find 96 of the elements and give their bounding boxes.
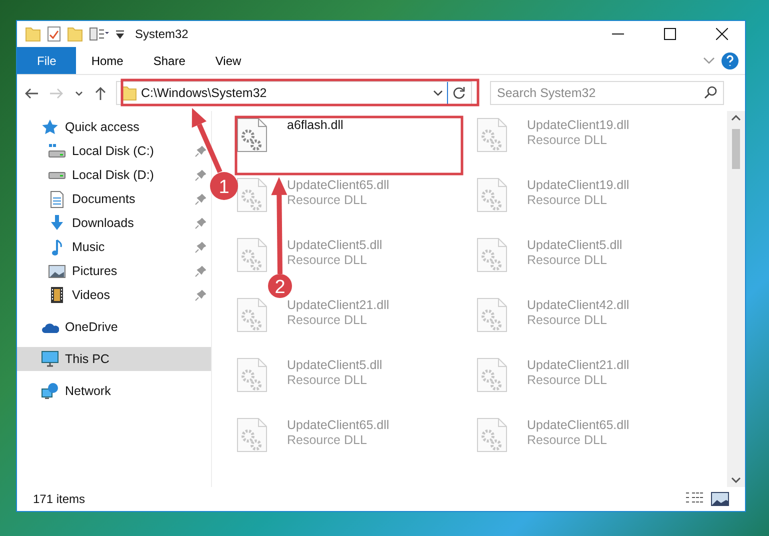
window-title: System32	[135, 26, 188, 43]
file-name: UpdateClient5.dll	[527, 238, 622, 253]
back-button[interactable]	[23, 88, 40, 98]
file-type: Resource DLL	[287, 193, 368, 208]
gear-file-icon[interactable]	[477, 178, 507, 212]
file-name: UpdateClient65.dll	[287, 178, 390, 193]
sidebar-item[interactable]: Local Disk (D:)	[17, 163, 211, 187]
help-icon[interactable]	[721, 52, 739, 70]
chevron-icon[interactable]	[703, 57, 715, 64]
cloud-icon	[41, 322, 59, 332]
sidebar-item[interactable]: OneDrive	[17, 315, 211, 339]
sidebar-item[interactable]: Quick access	[17, 115, 211, 139]
checkmark-icon[interactable]	[47, 26, 61, 42]
file-type: Resource DLL	[287, 433, 368, 448]
sidebar-item[interactable]: Documents	[17, 187, 211, 211]
item-count: 171 items	[33, 491, 86, 508]
file-type: Resource DLL	[287, 253, 368, 268]
up-button[interactable]	[93, 86, 108, 100]
file-name: a6flash.dll	[287, 118, 344, 133]
properties-icon[interactable]	[89, 27, 109, 41]
picture-icon	[48, 264, 66, 278]
file-type: Resource DLL	[527, 253, 608, 268]
recent-locations-button[interactable]	[73, 90, 85, 96]
left-arrow-icon	[25, 88, 38, 98]
network-icon	[41, 383, 59, 399]
minimize-icon	[612, 33, 624, 35]
step-number: 2	[274, 277, 286, 298]
gear-file-icon[interactable]	[237, 118, 267, 152]
gear-file-icon[interactable]	[237, 298, 267, 332]
file-name: UpdateClient21.dll	[287, 298, 390, 313]
step-marker	[210, 172, 238, 200]
film-icon	[51, 287, 63, 303]
maximize-icon	[664, 28, 676, 40]
file-name: UpdateClient19.dll	[527, 118, 630, 133]
close-icon	[716, 28, 728, 40]
sidebar-item[interactable]: Videos	[17, 283, 211, 307]
gear-file-icon[interactable]	[477, 418, 507, 452]
search-field[interactable]: Search System32	[490, 81, 724, 105]
sidebar-item[interactable]: Music	[17, 235, 211, 259]
address-bar[interactable]: C:\Windows\System32	[116, 81, 472, 105]
star-icon	[41, 119, 59, 135]
file-type: Resource DLL	[287, 313, 368, 328]
drive-icon	[48, 144, 66, 158]
scroll-down-icon[interactable]	[731, 477, 741, 483]
sidebar-item[interactable]: Downloads	[17, 211, 211, 235]
monitor-icon	[41, 351, 59, 367]
sidebar-item[interactable]: Network	[17, 379, 211, 403]
sidebar-item[interactable]: Local Disk (C:)	[17, 139, 211, 163]
gear-file-icon[interactable]	[237, 418, 267, 452]
arrow	[192, 108, 222, 173]
gear-file-icon[interactable]	[237, 178, 267, 212]
ribbon-tab[interactable]: Share	[138, 47, 200, 74]
gear-file-icon[interactable]	[477, 298, 507, 332]
dropdown-icon[interactable]	[115, 29, 125, 39]
chevron-icon	[75, 90, 83, 96]
scroll-up-icon[interactable]	[731, 115, 741, 121]
file-menu-button[interactable]: File	[17, 47, 76, 74]
folder-icon[interactable]	[25, 26, 41, 42]
file-name: UpdateClient5.dll	[287, 238, 382, 253]
file-item[interactable]: a6flash.dll	[237, 118, 344, 152]
right-arrow-icon	[50, 88, 63, 98]
file-type: Resource DLL	[527, 433, 608, 448]
drive-icon	[48, 172, 66, 178]
file-type: Resource DLL	[527, 193, 608, 208]
step-marker	[268, 274, 292, 298]
address-path: C:\Windows\System32	[141, 84, 267, 102]
download-arrow-icon	[50, 215, 64, 231]
file-type: Resource DLL	[527, 373, 608, 388]
file-name: UpdateClient19.dll	[527, 178, 630, 193]
details-view-icon[interactable]	[686, 492, 703, 503]
file-type: Resource DLL	[527, 313, 608, 328]
search-icon	[704, 86, 717, 99]
document-icon	[50, 190, 64, 208]
large-icons-view-icon[interactable]	[711, 492, 729, 506]
music-note-icon	[51, 238, 63, 256]
gear-file-icon[interactable]	[477, 118, 507, 152]
folder-icon[interactable]	[67, 26, 83, 42]
file-name: UpdateClient42.dll	[527, 298, 630, 313]
file-name: UpdateClient5.dll	[287, 358, 382, 373]
dropdown-icon[interactable]	[433, 90, 443, 96]
gear-file-icon[interactable]	[237, 358, 267, 392]
gear-file-icon[interactable]	[237, 238, 267, 272]
file-name: UpdateClient65.dll	[527, 418, 630, 433]
gear-file-icon[interactable]	[477, 238, 507, 272]
file-name: UpdateClient21.dll	[527, 358, 630, 373]
scrollbar-thumb[interactable]	[732, 129, 740, 169]
ribbon-tab[interactable]: Home	[76, 47, 138, 74]
file-type: Resource DLL	[527, 133, 608, 148]
sidebar-item[interactable]: This PC	[17, 347, 211, 371]
sidebar-item[interactable]: Pictures	[17, 259, 211, 283]
up-arrow-icon	[95, 86, 106, 100]
step-number: 1	[218, 177, 230, 198]
file-name: UpdateClient65.dll	[287, 418, 390, 433]
gear-file-icon[interactable]	[477, 358, 507, 392]
ribbon-tab[interactable]: View	[200, 47, 256, 74]
file-type: Resource DLL	[287, 373, 368, 388]
